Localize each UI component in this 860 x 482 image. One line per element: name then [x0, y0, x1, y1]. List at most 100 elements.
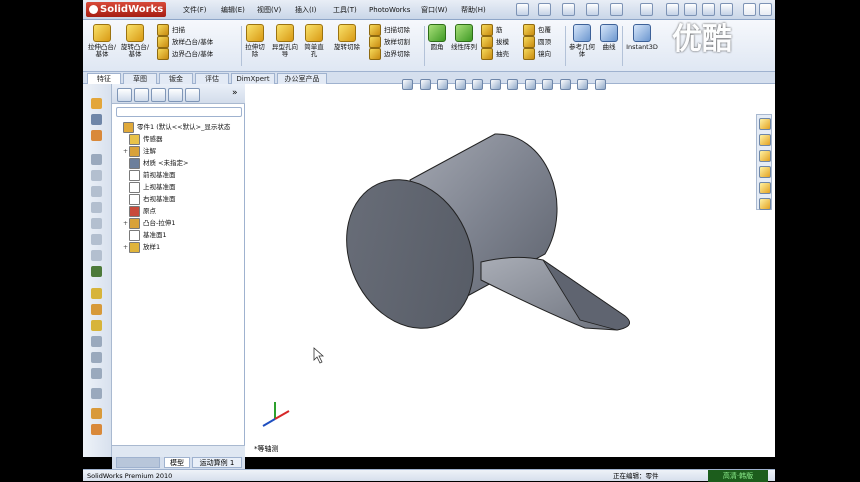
- edit-appearance-icon[interactable]: [542, 79, 554, 90]
- curves-button[interactable]: 曲线: [599, 24, 619, 51]
- custom-properties-icon[interactable]: [759, 198, 771, 210]
- tab-sketch[interactable]: 草图: [123, 73, 157, 84]
- feature-filter-input[interactable]: [116, 107, 242, 117]
- graphics-area[interactable]: *等轴测: [245, 84, 775, 457]
- menu-tools[interactable]: 工具(T): [333, 4, 357, 16]
- tab-motion-study[interactable]: 运动算例 1: [192, 457, 242, 468]
- fillet-sketch-icon[interactable]: [91, 234, 102, 245]
- reference-geometry-button[interactable]: 参考几何体: [567, 24, 597, 58]
- tree-item[interactable]: 材质 <未指定>: [122, 157, 188, 169]
- arc-tool-icon[interactable]: [91, 186, 102, 197]
- view-orientation-dropdown-icon[interactable]: [489, 79, 501, 90]
- view-palette-icon[interactable]: [759, 166, 771, 178]
- minimize-window-icon[interactable]: [743, 3, 756, 16]
- instant3d-button[interactable]: Instant3D: [625, 24, 659, 51]
- section-view-icon[interactable]: [472, 79, 484, 90]
- mirror-button[interactable]: 镜向: [523, 48, 563, 60]
- open-folder-icon[interactable]: [538, 3, 551, 16]
- extrude-cut-button[interactable]: 拉伸切除: [243, 24, 267, 58]
- menu-insert[interactable]: 插入(I): [295, 4, 317, 16]
- new-document-icon[interactable]: [516, 3, 529, 16]
- chamfer-sketch-icon[interactable]: [91, 250, 102, 261]
- appearances-scenes-icon[interactable]: [759, 182, 771, 194]
- repair-sketch-icon[interactable]: [91, 388, 102, 399]
- menu-help[interactable]: 帮助(H): [461, 4, 486, 16]
- spline-tool-icon[interactable]: [91, 202, 102, 213]
- loft-spout[interactable]: [480, 256, 630, 331]
- file-properties-icon[interactable]: [684, 3, 697, 16]
- tab-scroll-arrows[interactable]: [116, 457, 160, 468]
- linear-pattern-button[interactable]: 线性阵列: [451, 24, 477, 51]
- trim-tool-icon[interactable]: [91, 266, 102, 277]
- design-library-icon[interactable]: [759, 134, 771, 146]
- loft-cut-button[interactable]: 放样切割: [369, 36, 425, 48]
- dome-button[interactable]: 圆顶: [523, 36, 563, 48]
- tab-dimxpert[interactable]: DimXpert: [231, 73, 275, 84]
- apply-scene-icon[interactable]: [559, 79, 571, 90]
- options-gear-icon[interactable]: [702, 3, 715, 16]
- loft-boss-button[interactable]: 放样凸台/基体: [157, 36, 245, 48]
- print-icon[interactable]: [586, 3, 599, 16]
- solidworks-logo[interactable]: SolidWorks: [86, 2, 166, 17]
- fillet-button[interactable]: 圆角: [426, 24, 448, 51]
- wrap-button[interactable]: 包覆: [523, 24, 563, 36]
- dimxpert-manager-tab-icon[interactable]: [168, 88, 183, 102]
- display-style-icon[interactable]: [507, 79, 519, 90]
- circle-tool-icon[interactable]: [91, 170, 102, 181]
- panel-expand-icon[interactable]: »: [232, 88, 238, 98]
- display-manager-tab-icon[interactable]: [185, 88, 200, 102]
- sweep-cut-button[interactable]: 扫描切除: [369, 24, 425, 36]
- move-entities-icon[interactable]: [91, 352, 102, 363]
- menu-view[interactable]: 视图(V): [257, 4, 281, 16]
- tab-features[interactable]: 特征: [87, 73, 121, 84]
- configuration-manager-tab-icon[interactable]: [151, 88, 166, 102]
- rib-button[interactable]: 筋: [481, 24, 519, 36]
- cylinder-body[interactable]: [323, 133, 558, 349]
- tree-item[interactable]: 基准面1: [122, 229, 167, 241]
- tree-expand-toggle[interactable]: +: [122, 242, 129, 254]
- view-orientation-icon[interactable]: [402, 79, 413, 90]
- draft-button[interactable]: 拔模: [481, 36, 519, 48]
- linear-sketch-pattern-icon[interactable]: [91, 336, 102, 347]
- menu-file[interactable]: 文件(F): [183, 4, 207, 16]
- tab-sheet-metal[interactable]: 钣金: [159, 73, 193, 84]
- sketch-tool-icon[interactable]: [91, 98, 102, 109]
- menu-photoworks[interactable]: PhotoWorks: [369, 4, 410, 16]
- extrude-boss-button[interactable]: 拉伸凸台/基体: [87, 24, 117, 58]
- tab-office-products[interactable]: 办公室产品: [277, 73, 327, 84]
- tree-item[interactable]: + 放样1: [122, 241, 160, 253]
- line-tool-icon[interactable]: [91, 130, 102, 141]
- tab-model[interactable]: 模型: [164, 457, 190, 468]
- display-relations-icon[interactable]: [91, 368, 102, 379]
- restore-window-icon[interactable]: [759, 3, 772, 16]
- hide-show-items-icon[interactable]: [524, 79, 536, 90]
- previous-view-icon[interactable]: [454, 79, 466, 90]
- menu-edit[interactable]: 编辑(E): [221, 4, 245, 16]
- tree-item[interactable]: 前视基准面: [122, 169, 176, 181]
- property-manager-tab-icon[interactable]: [134, 88, 149, 102]
- feature-manager-scrollbar[interactable]: [112, 445, 245, 457]
- help-question-icon[interactable]: [720, 3, 733, 16]
- offset-entities-icon[interactable]: [91, 304, 102, 315]
- shell-button[interactable]: 抽壳: [481, 48, 519, 60]
- tree-item[interactable]: 右视基准面: [122, 193, 176, 205]
- boundary-cut-button[interactable]: 边界切除: [369, 48, 425, 60]
- select-pointer-icon[interactable]: [640, 3, 653, 16]
- convert-entities-icon[interactable]: [91, 288, 102, 299]
- tree-item[interactable]: 原点: [122, 205, 156, 217]
- model-viewport[interactable]: [245, 84, 775, 457]
- tree-item[interactable]: 传感器: [122, 133, 163, 145]
- file-explorer-icon[interactable]: [759, 150, 771, 162]
- tree-item[interactable]: 零件1 (默认<<默认>_显示状态: [116, 121, 230, 133]
- hole-wizard-button[interactable]: 异型孔向导: [271, 24, 299, 58]
- realview-icon[interactable]: [595, 79, 607, 90]
- save-icon[interactable]: [562, 3, 575, 16]
- revolve-cut-button[interactable]: 旋转切除: [333, 24, 361, 51]
- tree-item[interactable]: 上视基准面: [122, 181, 176, 193]
- tab-evaluate[interactable]: 评估: [195, 73, 229, 84]
- sweep-button[interactable]: 扫描: [157, 24, 245, 36]
- solidworks-resources-icon[interactable]: [759, 118, 771, 130]
- mirror-entities-icon[interactable]: [91, 320, 102, 331]
- ellipse-tool-icon[interactable]: [91, 218, 102, 229]
- tree-item[interactable]: + 注解: [122, 145, 156, 157]
